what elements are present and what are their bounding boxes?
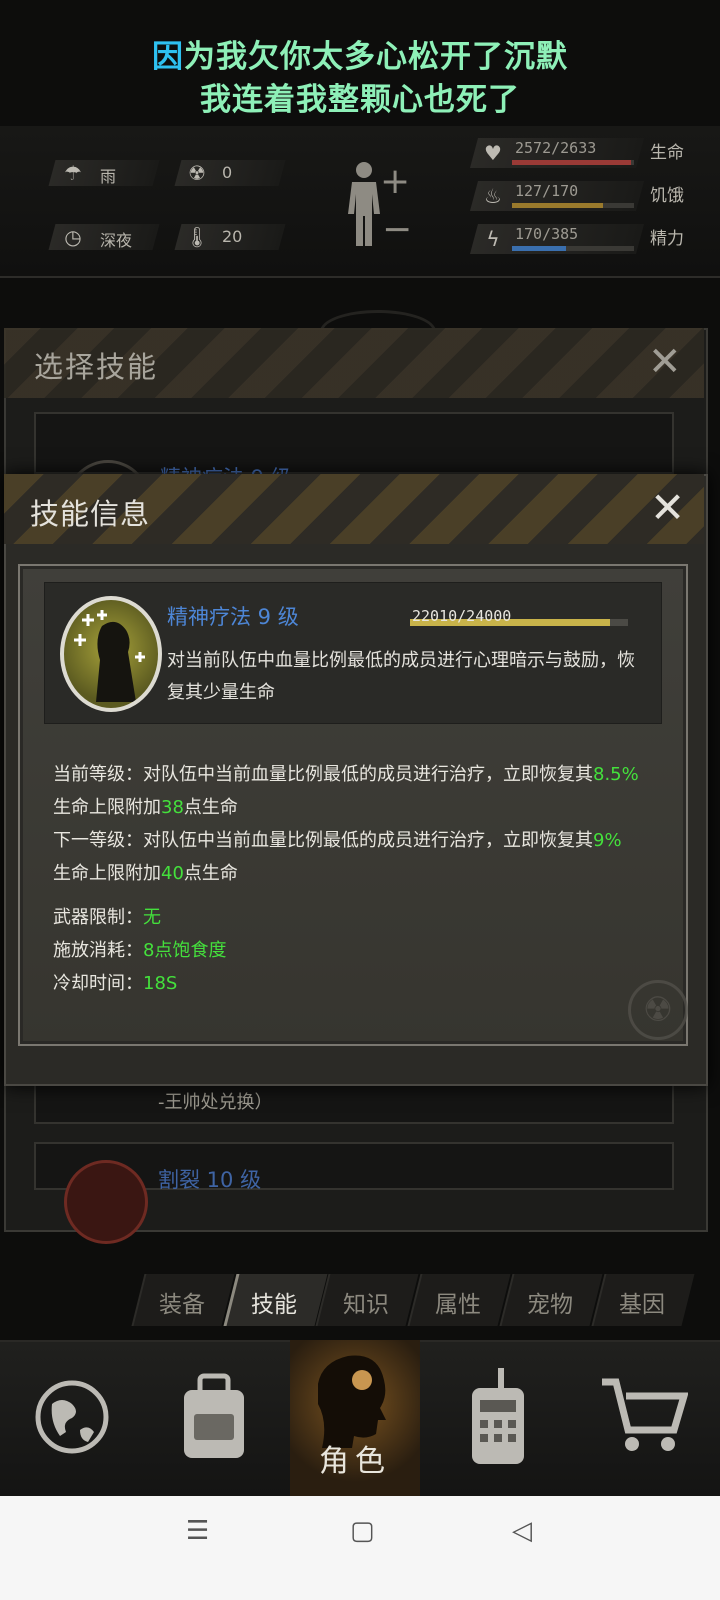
lyrics-overlay: 因为我欠你太多心松开了沉默 我连着我整颗心也死了 <box>0 36 720 122</box>
cooldown: 冷却时间：18S <box>53 967 653 1000</box>
menu-icon[interactable]: ☰ <box>186 1516 209 1546</box>
radiation-watermark-icon: ☢ <box>628 980 688 1040</box>
heart-icon: ♥ <box>484 141 502 165</box>
cast-cost: 施放消耗：8点饱食度 <box>53 934 653 967</box>
skill-icon <box>64 1160 148 1244</box>
vital-bar-fill <box>512 246 566 251</box>
dialog-title: 技能信息 <box>30 497 151 531</box>
skill-list-item-note: -王帅处兑换） <box>158 1092 273 1113</box>
lyric-first-char: 因 <box>152 39 184 75</box>
vital-bar <box>512 246 634 251</box>
current-level-label: 当前等级： <box>53 764 143 785</box>
backpack-icon[interactable] <box>174 1372 254 1464</box>
next-level-label: 下一等级： <box>53 830 143 851</box>
next-level-detail: 下一等级：对队伍中当前血量比例最低的成员进行治疗，立即恢复其9% 生命上限附加4… <box>53 824 653 890</box>
current-level-text-3: 点生命 <box>183 797 238 818</box>
tab-label: 属性 <box>435 1292 481 1318</box>
weapon-limit-value: 无 <box>143 907 161 928</box>
time-of-day: 深夜 <box>100 231 133 250</box>
skill-name: 精神疗法 9 级 <box>167 605 299 629</box>
tab-label: 宠物 <box>527 1292 573 1318</box>
vital-bar <box>512 160 634 165</box>
globe-icon[interactable] <box>34 1374 110 1460</box>
stomach-icon: ♨ <box>484 184 502 208</box>
current-level-text: 对队伍中当前血量比例最低的成员进行治疗，立即恢复其 <box>143 764 593 785</box>
skill-list-item[interactable] <box>34 1080 674 1124</box>
radio-icon[interactable] <box>468 1366 528 1466</box>
nav-role-label: 角色 <box>319 1444 391 1479</box>
thermometer-icon: 🌡 <box>184 225 210 249</box>
cooldown-label: 冷却时间： <box>53 973 143 994</box>
vital-value: 2572/2633 <box>515 139 597 157</box>
tab-label: 装备 <box>159 1292 205 1318</box>
vital-name: 饥饿 <box>650 186 684 206</box>
energy-icon: ϟ <box>486 227 500 251</box>
close-icon[interactable]: ✕ <box>650 485 685 531</box>
select-skill-title: 选择技能 <box>34 350 159 384</box>
weather-text: 雨 <box>100 167 117 186</box>
vital-name: 生命 <box>650 143 684 163</box>
lyric-line-1: 为我欠你太多心松开了沉默 <box>184 39 568 75</box>
tab-label: 基因 <box>619 1292 665 1318</box>
cooldown-value: 18S <box>143 973 178 994</box>
next-level-percent: 9% <box>593 830 622 851</box>
skill-list-item-name: 割裂 10 级 <box>158 1168 262 1192</box>
tab-label: 技能 <box>251 1292 297 1318</box>
shopping-cart-icon[interactable] <box>598 1376 689 1456</box>
cast-cost-label: 施放消耗： <box>53 940 143 961</box>
skill-description: 对当前队伍中血量比例最低的成员进行心理暗示与鼓励，恢复其少量生命 <box>167 650 635 703</box>
vital-value: 127/170 <box>515 182 579 200</box>
current-level-amount: 38 <box>161 797 184 818</box>
next-level-text: 对队伍中当前血量比例最低的成员进行治疗，立即恢复其 <box>143 830 593 851</box>
clock-icon: ◷ <box>64 225 82 249</box>
vital-value: 170/385 <box>515 225 579 243</box>
lyric-line-2: 我连着我整颗心也死了 <box>200 82 520 118</box>
close-icon[interactable]: ✕ <box>648 340 682 384</box>
psychotherapy-skill-icon <box>60 596 162 712</box>
current-level-percent: 8.5% <box>593 764 639 785</box>
radiation-icon: ☢ <box>188 161 206 185</box>
weapon-limit: 武器限制：无 <box>53 901 653 934</box>
next-level-text-3: 点生命 <box>183 863 238 884</box>
add-icon[interactable]: + <box>380 164 410 200</box>
skill-exp-text: 22010/24000 <box>412 607 512 625</box>
current-level-text-2: 生命上限附加 <box>53 797 161 818</box>
remove-icon[interactable]: − <box>382 212 412 248</box>
vital-name: 精力 <box>650 229 684 249</box>
vital-bar-fill <box>512 203 604 208</box>
temperature-value: 20 <box>222 227 243 246</box>
status-bar: ☂ 雨 ☢ 0 ◷ 深夜 🌡 20 + − ♥ 2572/2633 生命 ♨ 127/1… <box>0 126 720 278</box>
back-icon[interactable]: ◁ <box>512 1516 532 1546</box>
next-level-amount: 40 <box>161 863 184 884</box>
current-level-detail: 当前等级：对队伍中当前血量比例最低的成员进行治疗，立即恢复其8.5% 生命上限附… <box>53 758 653 824</box>
cast-cost-value: 8点饱食度 <box>143 940 227 961</box>
skill-list-item[interactable] <box>34 412 674 474</box>
tab-label: 知识 <box>343 1292 389 1318</box>
rain-icon: ☂ <box>64 161 82 185</box>
vital-bar <box>512 203 634 208</box>
home-icon[interactable]: ▢ <box>350 1516 375 1546</box>
system-navigation-bar <box>0 1496 720 1600</box>
weapon-limit-label: 武器限制： <box>53 907 143 928</box>
vital-bar-fill <box>512 160 632 165</box>
radiation-value: 0 <box>222 163 233 182</box>
body-figure-icon[interactable] <box>344 160 384 250</box>
next-level-text-2: 生命上限附加 <box>53 863 161 884</box>
